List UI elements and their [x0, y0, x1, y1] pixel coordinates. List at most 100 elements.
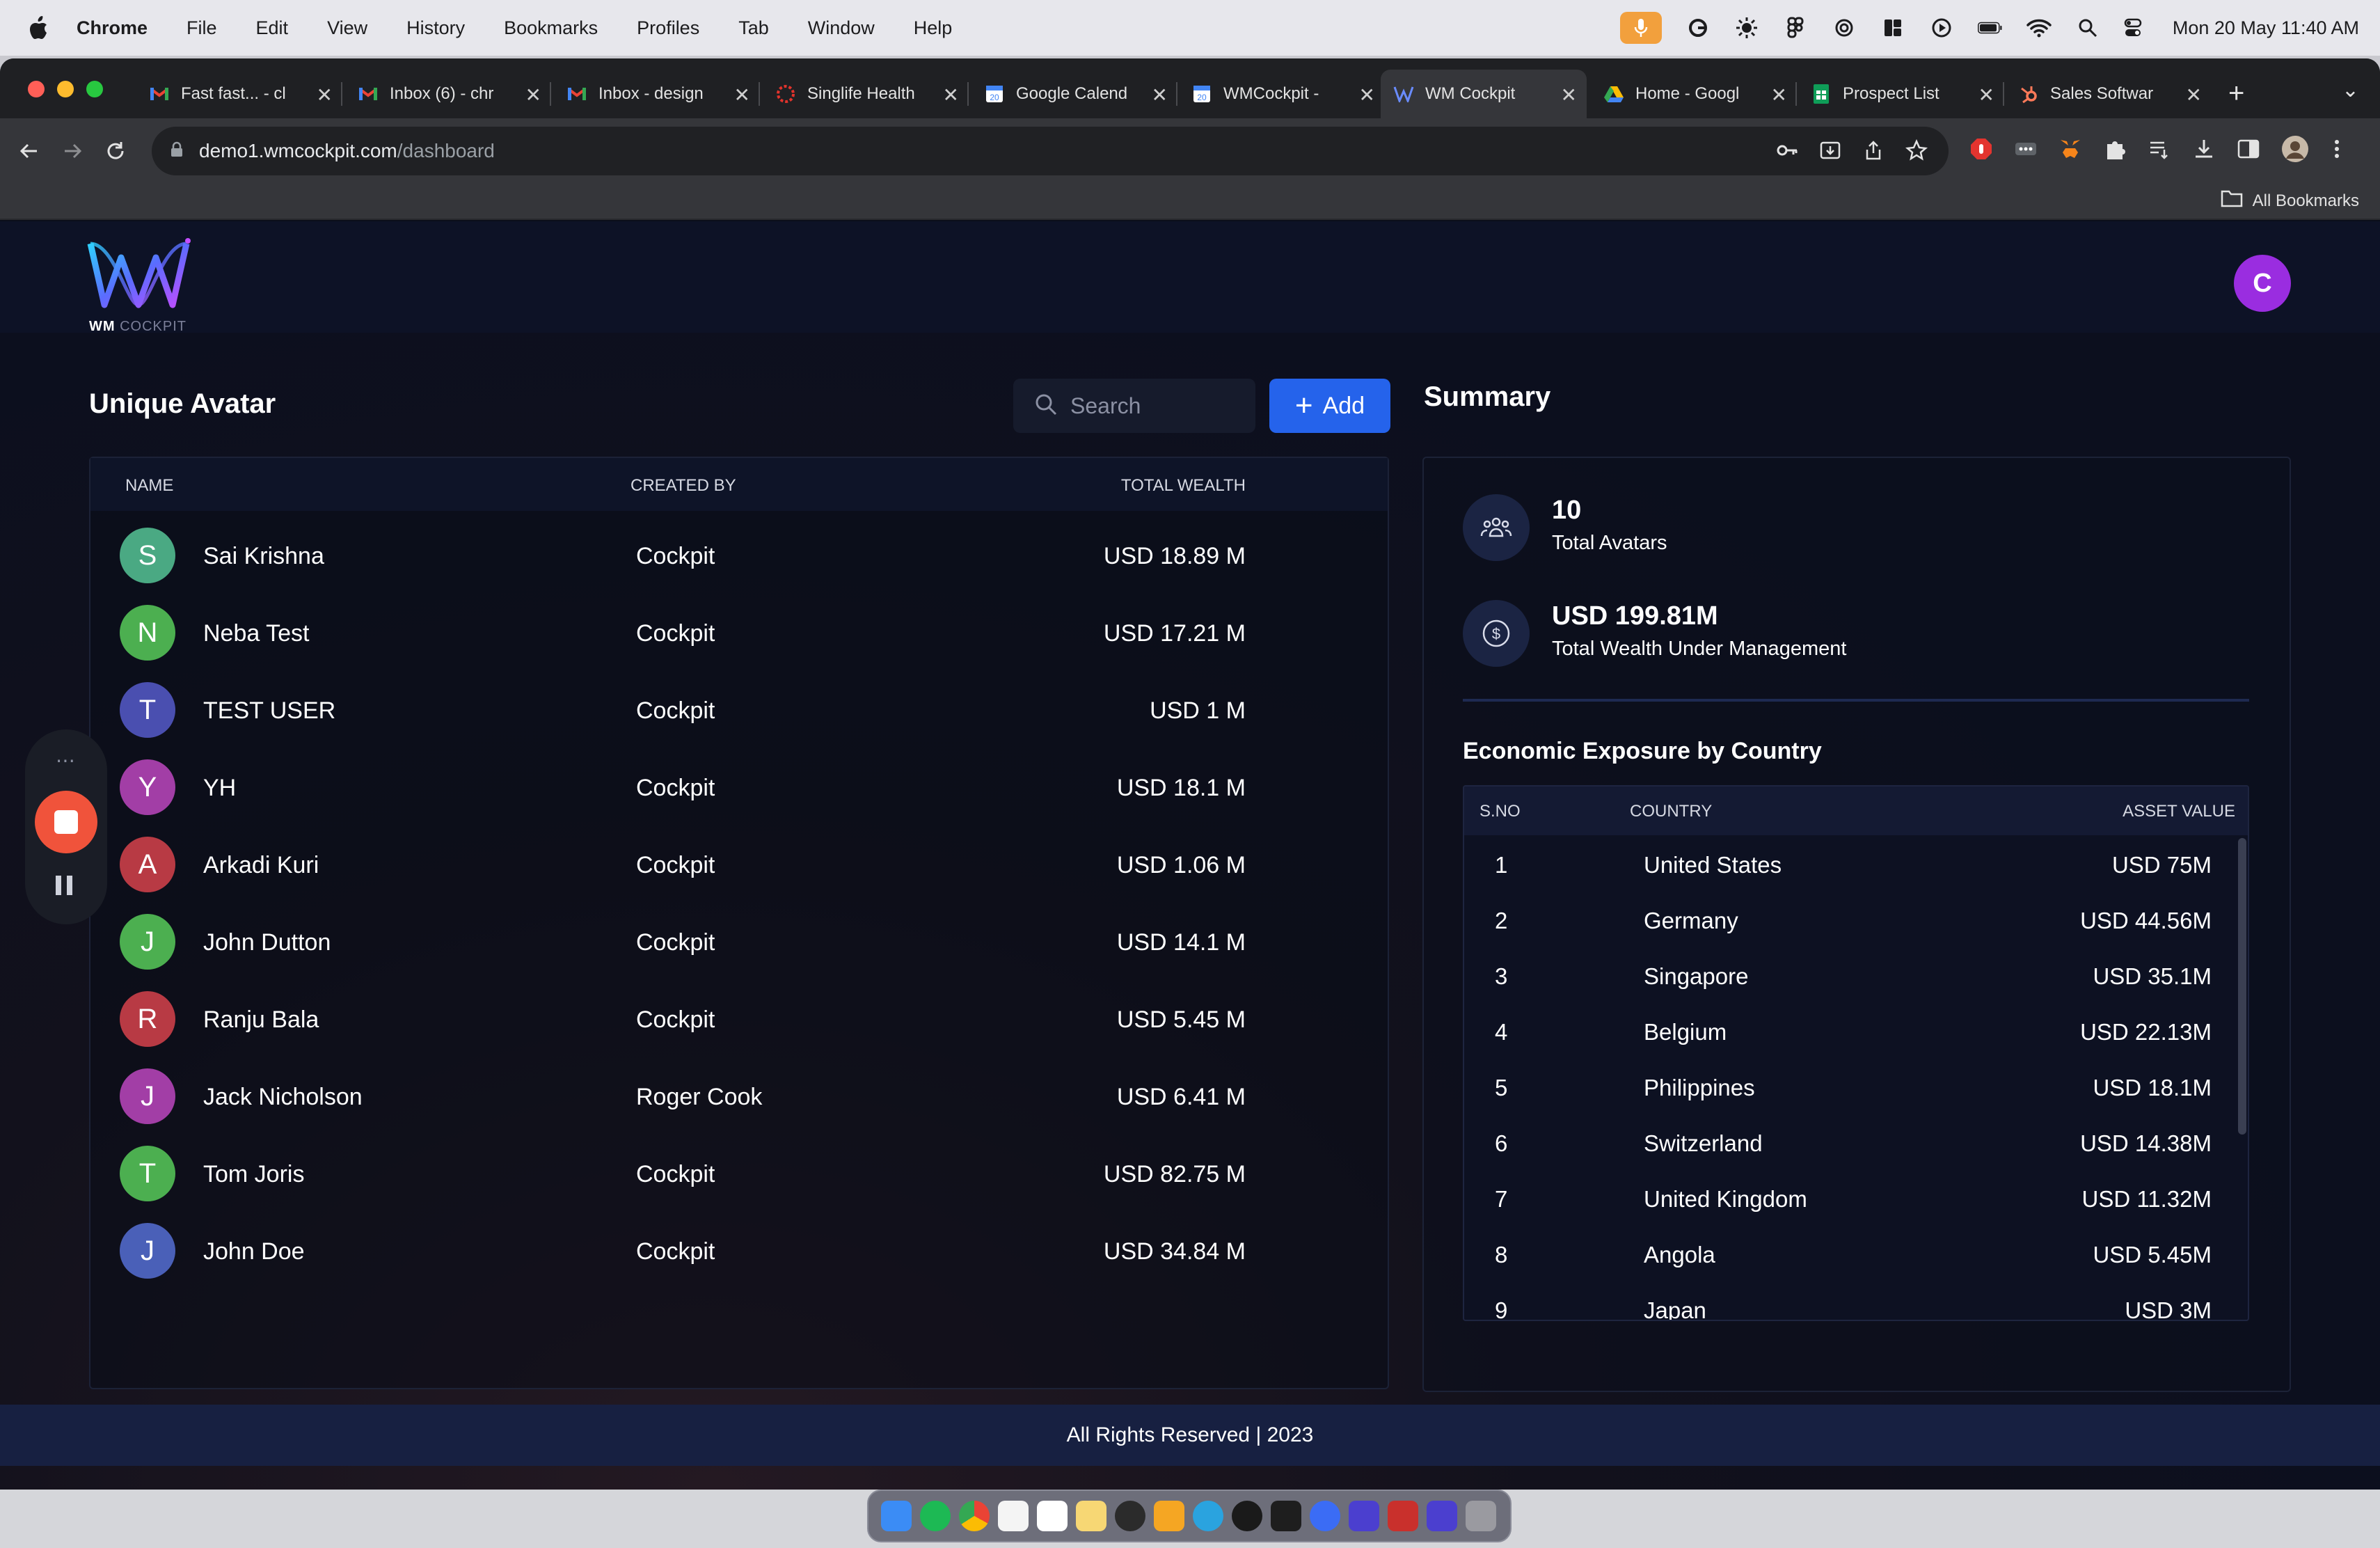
all-bookmarks-button[interactable]: All Bookmarks [2221, 189, 2359, 212]
menu-app-name[interactable]: Chrome [77, 17, 148, 39]
add-avatar-button[interactable]: + Add [1269, 379, 1390, 433]
menu-history[interactable]: History [406, 17, 465, 39]
metamask-extension-icon[interactable] [2058, 137, 2082, 164]
finder-icon[interactable] [881, 1501, 912, 1531]
avatar-name[interactable]: Ranju Bala [203, 1006, 319, 1034]
tab-sales-software[interactable]: Sales Softwar ✕ [2006, 70, 2212, 118]
address-bar[interactable]: demo1.wmcockpit.com/dashboard [152, 127, 1949, 175]
avatar-name[interactable]: Sai Krishna [203, 543, 324, 570]
site-info-icon[interactable] [170, 141, 184, 161]
brightness-icon[interactable] [1734, 15, 1759, 40]
profile-avatar[interactable] [2281, 135, 2309, 166]
avatar-row[interactable]: Y YH Cockpit USD 18.1 M [90, 748, 1388, 826]
avatar-name[interactable]: YH [203, 775, 236, 802]
play-icon[interactable] [1929, 15, 1954, 40]
avatar-name[interactable]: Tom Joris [203, 1161, 304, 1188]
avatar-name[interactable]: Neba Test [203, 620, 309, 647]
search-input[interactable] [1070, 393, 1251, 419]
calendar-app-icon[interactable] [998, 1501, 1029, 1531]
sublime-icon[interactable] [1154, 1501, 1184, 1531]
install-app-icon[interactable] [1819, 139, 1841, 165]
close-tab-icon[interactable]: ✕ [1978, 84, 1994, 106]
avatar-name[interactable]: TEST USER [203, 697, 335, 725]
avatar-row[interactable]: J John Doe Cockpit USD 34.84 M [90, 1212, 1388, 1290]
close-tab-icon[interactable]: ✕ [317, 84, 333, 106]
wm-cockpit-logo[interactable]: WM COCKPIT [86, 237, 198, 334]
menu-edit[interactable]: Edit [256, 17, 289, 39]
openai-app-icon[interactable] [1232, 1501, 1262, 1531]
tab-singlife-health[interactable]: Singlife Health ✕ [763, 70, 969, 118]
back-arrow-icon[interactable] [15, 137, 43, 165]
avatar-row[interactable]: A Arkadi Kuri Cockpit USD 1.06 M [90, 826, 1388, 903]
key-icon[interactable] [1776, 139, 1798, 165]
openai-icon[interactable] [1832, 15, 1857, 40]
pause-recording-button[interactable] [56, 876, 72, 895]
figma-app-icon[interactable] [1271, 1501, 1301, 1531]
spotify-icon[interactable] [920, 1501, 951, 1531]
control-center-icon[interactable] [2124, 15, 2149, 40]
avatar-name[interactable]: John Dutton [203, 929, 331, 956]
chrome-icon[interactable] [959, 1501, 990, 1531]
tab-search-chevron-icon[interactable]: ⌄ [2342, 78, 2359, 102]
stop-recording-button[interactable] [35, 791, 97, 853]
tab-inbox-chr[interactable]: Inbox (6) - chr ✕ [345, 70, 551, 118]
reminders-icon[interactable] [1037, 1501, 1068, 1531]
chatgpt-icon[interactable] [1115, 1501, 1145, 1531]
col-total-wealth[interactable]: TOTAL WEALTH [1121, 476, 1246, 496]
share-icon[interactable] [1862, 139, 1885, 165]
figma-icon[interactable] [1783, 15, 1808, 40]
side-panel-icon[interactable] [2237, 137, 2260, 164]
col-created-by[interactable]: CREATED BY [630, 476, 736, 496]
exposure-scrollbar[interactable] [2238, 838, 2246, 1135]
zoom-window-button[interactable] [86, 81, 103, 97]
tab-home-google-drive[interactable]: Home - Googl ✕ [1591, 70, 1797, 118]
tab-google-calendar[interactable]: 20 Google Calend ✕ [971, 70, 1177, 118]
avatar-row[interactable]: S Sai Krishna Cockpit USD 18.89 M [90, 516, 1388, 594]
avatar-name[interactable]: Arkadi Kuri [203, 852, 319, 879]
close-window-button[interactable] [28, 81, 45, 97]
menu-tab[interactable]: Tab [738, 17, 769, 39]
new-tab-button[interactable]: + [2228, 78, 2244, 109]
menubar-clock[interactable]: Mon 20 May 11:40 AM [2173, 17, 2359, 39]
telegram-icon[interactable] [1193, 1501, 1223, 1531]
screen-recorder-app-icon[interactable] [1349, 1501, 1379, 1531]
avatar-row[interactable]: J John Dutton Cockpit USD 14.1 M [90, 903, 1388, 981]
reading-list-icon[interactable] [2148, 137, 2171, 164]
acrobat-icon[interactable] [1388, 1501, 1418, 1531]
tab-wmcockpit-calendar[interactable]: 20 WMCockpit - ✕ [1179, 70, 1385, 118]
tab-prospect-list[interactable]: Prospect List ✕ [1798, 70, 2004, 118]
trash-icon[interactable] [1466, 1501, 1496, 1531]
avatar-row[interactable]: T Tom Joris Cockpit USD 82.75 M [90, 1135, 1388, 1213]
chrome-menu-icon[interactable] [2330, 137, 2344, 164]
battery-icon[interactable] [1977, 15, 2003, 40]
menu-profiles[interactable]: Profiles [637, 17, 699, 39]
adblock-extension-icon[interactable] [1969, 137, 1993, 164]
menu-help[interactable]: Help [914, 17, 953, 39]
close-tab-icon[interactable]: ✕ [734, 84, 750, 106]
apple-menu-icon[interactable] [28, 16, 49, 40]
tab-wm-cockpit-active[interactable]: WM Cockpit ✕ [1381, 70, 1587, 118]
close-tab-icon[interactable]: ✕ [1561, 84, 1577, 106]
forward-arrow-icon[interactable] [58, 137, 86, 165]
menu-view[interactable]: View [327, 17, 367, 39]
grammarly-icon[interactable] [1685, 15, 1711, 40]
reload-icon[interactable] [102, 137, 129, 165]
extension-dots-icon[interactable] [2014, 137, 2038, 164]
menu-file[interactable]: File [187, 17, 217, 39]
bookmark-star-icon[interactable] [1905, 139, 1928, 165]
drag-handle-icon[interactable]: ⋯ [56, 749, 77, 772]
quick-app-icon[interactable] [1427, 1501, 1457, 1531]
notes-icon[interactable] [1076, 1501, 1106, 1531]
microphone-icon[interactable] [1619, 12, 1662, 44]
close-tab-icon[interactable]: ✕ [1771, 84, 1787, 106]
menu-bookmarks[interactable]: Bookmarks [504, 17, 598, 39]
close-tab-icon[interactable]: ✕ [943, 84, 959, 106]
wifi-icon[interactable] [2026, 15, 2052, 40]
spotlight-search-icon[interactable] [2075, 15, 2100, 40]
download-icon[interactable] [2192, 137, 2216, 164]
close-tab-icon[interactable]: ✕ [2186, 84, 2202, 106]
close-tab-icon[interactable]: ✕ [1152, 84, 1168, 106]
close-tab-icon[interactable]: ✕ [525, 84, 541, 106]
menu-window[interactable]: Window [808, 17, 875, 39]
col-name[interactable]: NAME [125, 476, 173, 496]
